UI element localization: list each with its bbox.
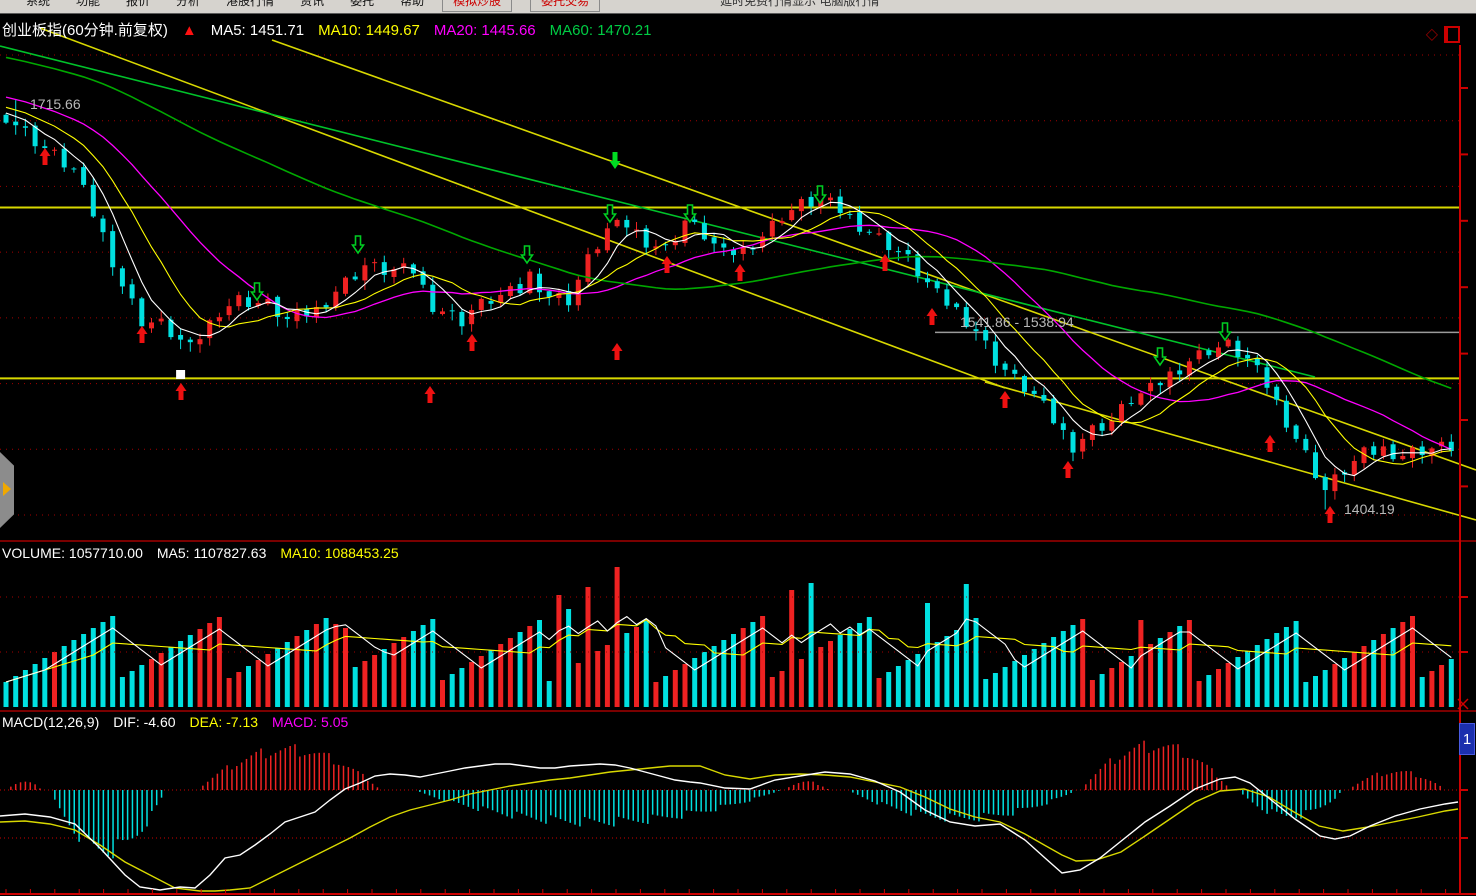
expand-right-arrow-icon	[3, 482, 11, 496]
menu-status-text: 延时免费行情显示 电脑版行情	[720, 0, 879, 9]
candlesticks	[4, 100, 1454, 509]
menu-item-news[interactable]: 资讯	[300, 0, 324, 9]
ma60-line	[6, 57, 1451, 388]
chart-canvas[interactable]	[0, 13, 1476, 896]
menu-item-function[interactable]: 功能	[76, 0, 100, 9]
order-trading-button[interactable]: 委托交易	[530, 0, 600, 12]
dea-readout: DEA: -7.13	[190, 714, 259, 730]
instrument-title: 创业板指(60分钟.前复权)	[2, 19, 168, 40]
paper-trading-button[interactable]: 模拟炒股	[442, 0, 512, 12]
trading-app-window: { "menu": { "items": ["系统", "功能", "报价", …	[0, 0, 1476, 896]
dif-readout: DIF: -4.60	[113, 714, 175, 730]
window-icon[interactable]	[1444, 26, 1460, 43]
macd-histogram	[6, 741, 1445, 859]
menu-item-analysis[interactable]: 分析	[176, 0, 200, 9]
volume-pane-header: VOLUME: 1057710.00 MA5: 1107827.63 MA10:…	[2, 545, 399, 561]
menu-item-quotes[interactable]: 报价	[126, 0, 150, 9]
macd-readout: MACD: 5.05	[272, 714, 348, 730]
yellow-horizontal-lines	[0, 207, 1460, 378]
low-price-label: 1404.19	[1344, 501, 1395, 517]
menu-bar: 系统 功能 报价 分析 港股行情 资讯 委托 帮助 模拟炒股 委托交易 延时免费…	[0, 0, 1476, 14]
high-price-label: 1715.66	[30, 96, 81, 112]
volume-ma10-line	[6, 620, 1451, 682]
pane-count-badge[interactable]: 1	[1459, 723, 1475, 755]
ma10-readout: MA10: 1449.67	[318, 22, 420, 39]
ma20-line	[6, 97, 1451, 449]
right-axis	[1458, 45, 1468, 894]
volume-readout: VOLUME: 1057710.00	[2, 545, 143, 561]
volume-bars	[4, 567, 1454, 707]
gap-range-label: 1541.86 - 1538.94	[960, 314, 1074, 330]
pane-corner-icons: ◇	[1426, 24, 1460, 44]
menu-item-system[interactable]: 系统	[26, 0, 50, 9]
macd-pane-header: MACD(12,26,9) DIF: -4.60 DEA: -7.13 MACD…	[2, 714, 348, 730]
ma5-readout: MA5: 1451.71	[211, 22, 304, 39]
ma60-readout: MA60: 1470.21	[550, 22, 652, 39]
price-pane-header: 创业板指(60分钟.前复权) ▲ MA5: 1451.71 MA10: 1449…	[2, 19, 651, 40]
volume-ma5-readout: MA5: 1107827.63	[157, 545, 267, 561]
volume-ma10-readout: MA10: 1088453.25	[280, 545, 398, 561]
bottom-axis	[0, 889, 1476, 894]
ma5-line	[6, 113, 1451, 476]
trend-up-arrow-icon: ▲	[182, 22, 197, 39]
dif-line	[0, 764, 1458, 890]
dea-line	[0, 766, 1458, 891]
menu-item-hk-quotes[interactable]: 港股行情	[226, 0, 274, 9]
menu-item-help[interactable]: 帮助	[400, 0, 424, 9]
ma20-readout: MA20: 1445.66	[434, 22, 536, 39]
white-square-marker	[176, 370, 185, 379]
menu-item-trade[interactable]: 委托	[350, 0, 374, 9]
macd-name: MACD(12,26,9)	[2, 714, 99, 730]
diamond-icon[interactable]: ◇	[1426, 24, 1438, 44]
